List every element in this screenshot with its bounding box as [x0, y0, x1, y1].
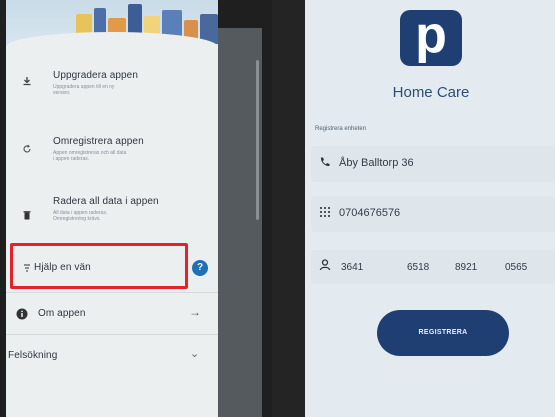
- phone-number-field[interactable]: 0704676576: [311, 196, 555, 232]
- code-part-2: 6518: [407, 262, 430, 273]
- address-field[interactable]: Åby Balltorp 36: [311, 146, 555, 182]
- menu-item-subtitle: Uppgradera appen till en ny version.: [53, 84, 115, 96]
- highlight-annotation-box: [10, 243, 188, 289]
- trash-icon: [22, 210, 32, 220]
- code-part-1: 3641: [341, 262, 364, 273]
- menu-item-title: Om appen: [38, 308, 86, 319]
- info-icon: [16, 308, 28, 320]
- download-icon: [22, 76, 32, 86]
- register-button[interactable]: REGISTRERA: [377, 310, 509, 356]
- app-name: Home Care: [392, 84, 470, 101]
- right-screen: p Home Care Registrera enheten Åby Ballt…: [305, 0, 555, 417]
- phone-icon: [318, 156, 332, 170]
- menu-item-subtitle: All data i appen raderas. Omregistrering …: [53, 210, 108, 222]
- menu-item-upgrade[interactable]: Uppgradera appen Uppgradera appen till e…: [6, 62, 218, 112]
- menu-item-subtitle: Appen omregistreras och all data i appen …: [53, 150, 127, 162]
- menu-item-title: Felsökning: [8, 350, 58, 361]
- scrollbar: [256, 60, 259, 220]
- left-phone: Uppgradera appen Uppgradera appen till e…: [0, 0, 272, 417]
- menu-item-troubleshooting[interactable]: Felsökning ⌄: [6, 338, 218, 374]
- menu-item-delete-data[interactable]: Radera all data i appen All data i appen…: [6, 190, 218, 240]
- menu-item-title: Radera all data i appen: [53, 196, 159, 207]
- left-screen: Uppgradera appen Uppgradera appen till e…: [6, 0, 218, 417]
- code-part-4: 0565: [505, 262, 528, 273]
- code-part-3: 8921: [455, 262, 478, 273]
- refresh-icon: [22, 144, 32, 154]
- section-label: Registrera enheten: [315, 126, 367, 132]
- person-icon: [318, 259, 332, 273]
- menu-item-title: Omregistrera appen: [53, 136, 144, 147]
- divider: [6, 292, 218, 293]
- help-badge-icon[interactable]: ?: [192, 260, 208, 276]
- menu-item-title: Uppgradera appen: [53, 70, 138, 81]
- arrow-right-icon: →: [189, 305, 201, 319]
- menu-item-reregister[interactable]: Omregistrera appen Appen omregistreras o…: [6, 128, 218, 178]
- header-banner-illustration: [6, 0, 218, 50]
- divider: [6, 334, 218, 335]
- phone-number-value: 0704676576: [339, 207, 401, 219]
- app-logo: p: [400, 9, 462, 66]
- chevron-down-icon: ⌄: [190, 348, 200, 360]
- menu-item-about[interactable]: Om appen →: [6, 296, 218, 332]
- right-phone: p Home Care Registrera enheten Åby Ballt…: [272, 0, 555, 417]
- dialpad-icon: [318, 206, 332, 220]
- address-value: Åby Balltorp 36: [339, 157, 414, 169]
